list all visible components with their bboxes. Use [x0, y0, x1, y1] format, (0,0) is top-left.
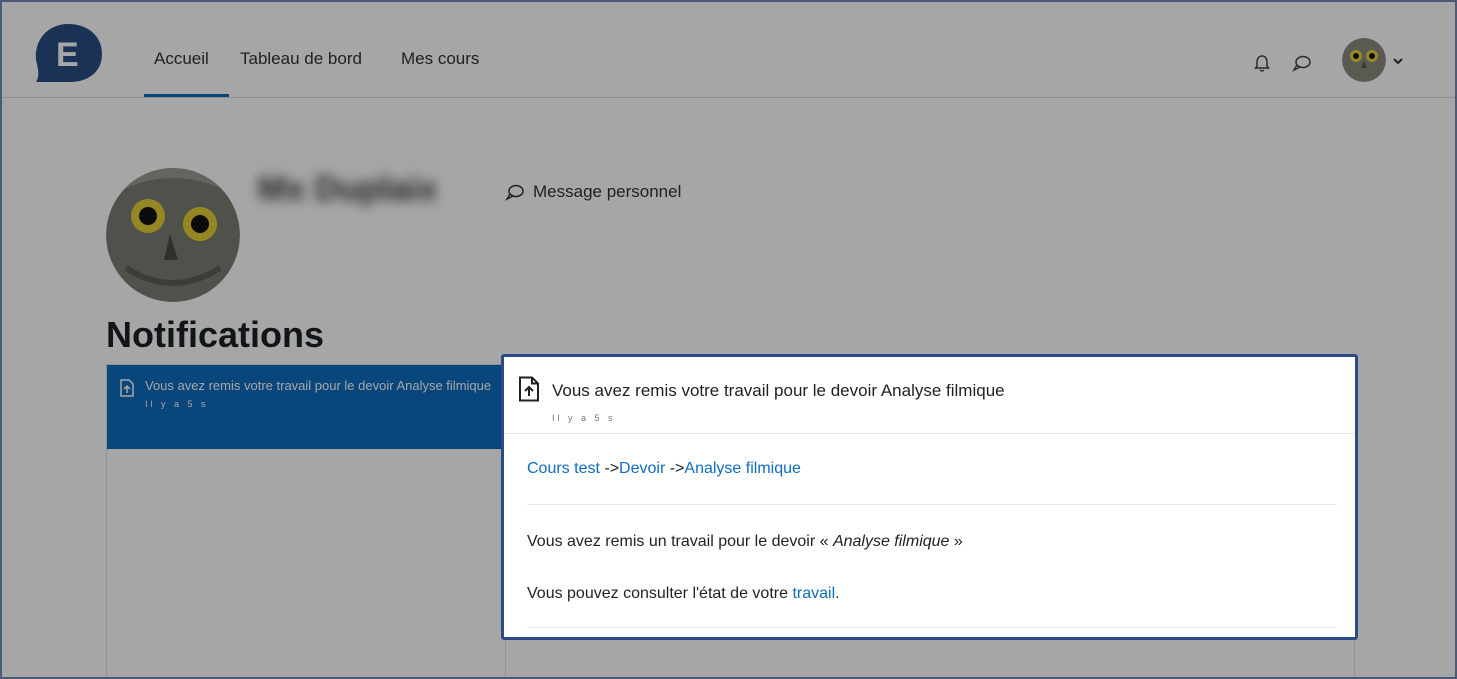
divider	[527, 627, 1337, 628]
submission-link[interactable]: travail	[792, 585, 835, 602]
notification-status-message: Vous pouvez consulter l'état de votre tr…	[527, 585, 840, 603]
assignment-submit-icon	[519, 376, 539, 402]
notification-detail-panel: Vous avez remis votre travail pour le de…	[501, 354, 1358, 640]
breadcrumb-course-link[interactable]: Cours test	[527, 460, 600, 477]
breadcrumb-separator: ->	[599, 460, 620, 477]
breadcrumb: Cours test ->Devoir ->Analyse filmique	[527, 460, 801, 478]
breadcrumb-module-link[interactable]: Devoir	[619, 460, 665, 477]
message-text: »	[949, 533, 963, 550]
divider	[527, 504, 1337, 505]
message-text: Vous pouvez consulter l'état de votre	[527, 585, 793, 602]
breadcrumb-separator: ->	[665, 460, 685, 477]
message-text: Vous avez remis un travail pour le devoi…	[527, 533, 833, 550]
notification-detail-header: Vous avez remis votre travail pour le de…	[504, 357, 1355, 434]
notification-detail-title: Vous avez remis votre travail pour le de…	[552, 381, 1005, 400]
assignment-name: Analyse filmique	[832, 533, 950, 550]
message-text: .	[835, 585, 840, 602]
notification-detail-time: Il y a 5 s	[552, 413, 616, 423]
breadcrumb-activity-link[interactable]: Analyse filmique	[684, 460, 801, 477]
app-frame: E Accueil Tableau de bord Mes cours Mx D…	[0, 0, 1457, 679]
notification-message: Vous avez remis un travail pour le devoi…	[527, 533, 963, 551]
